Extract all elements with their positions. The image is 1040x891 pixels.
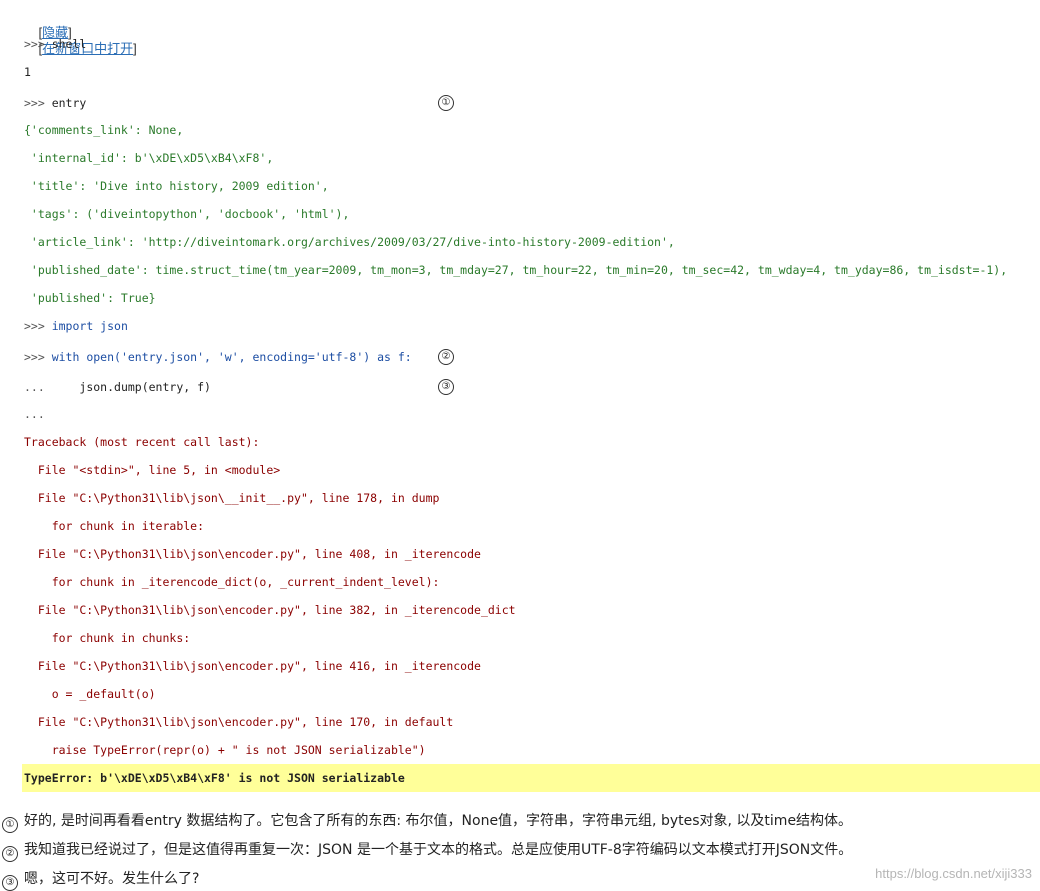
traceback-line: File "C:\Python31\lib\json\__init__.py",… bbox=[24, 490, 439, 506]
note-3: ③嗯，这可不好。发生什么了? bbox=[2, 868, 199, 889]
code-text: entry bbox=[52, 96, 87, 110]
code-line: ... json.dump(entry, f) bbox=[24, 379, 211, 395]
code-text: with open('entry.json', 'w', encoding='u… bbox=[52, 350, 412, 364]
traceback-line: File "C:\Python31\lib\json\encoder.py", … bbox=[24, 546, 481, 562]
prompt: >>> bbox=[24, 319, 52, 333]
code-line: {'comments_link': None, bbox=[24, 122, 183, 138]
code-text: 'published': True} bbox=[24, 291, 156, 305]
callout-marker-2: ② bbox=[438, 349, 454, 365]
code-line: 'article_link': 'http://diveintomark.org… bbox=[24, 234, 675, 250]
code-line: >>> entry bbox=[24, 95, 86, 111]
note-marker-2: ② bbox=[2, 846, 18, 862]
note-text: 我知道我已经说过了，但是这值得再重复一次：JSON 是一个基于文本的格式。总是应… bbox=[24, 842, 852, 858]
prompt: >>> bbox=[24, 37, 52, 51]
code-line: 'title': 'Dive into history, 2009 editio… bbox=[24, 178, 329, 194]
code-line: 'tags': ('diveintopython', 'docbook', 'h… bbox=[24, 206, 349, 222]
prompt: ... bbox=[24, 380, 52, 394]
code-text: 'title': 'Dive into history, 2009 editio… bbox=[24, 179, 329, 193]
code-text: import json bbox=[52, 319, 128, 333]
error-message: TypeError: b'\xDE\xD5\xB4\xF8' is not JS… bbox=[24, 770, 405, 786]
traceback-line: File "<stdin>", line 5, in <module> bbox=[24, 462, 280, 478]
bracket-close: ] bbox=[133, 41, 137, 56]
traceback-line: for chunk in chunks: bbox=[24, 630, 190, 646]
note-text: 好的, 是时间再看看entry 数据结构了。它包含了所有的东西: 布尔值，Non… bbox=[24, 813, 852, 829]
code-line: 'internal_id': b'\xDE\xD5\xB4\xF8', bbox=[24, 150, 273, 166]
note-1: ① 好的, 是时间再看看entry 数据结构了。它包含了所有的东西: 布尔值，No… bbox=[2, 810, 852, 831]
traceback-line: File "C:\Python31\lib\json\encoder.py", … bbox=[24, 714, 453, 730]
prompt: >>> bbox=[24, 96, 52, 110]
code-text: json.dump(entry, f) bbox=[52, 380, 211, 394]
traceback-line: File "C:\Python31\lib\json\encoder.py", … bbox=[24, 602, 516, 618]
code-line: 'published': True} bbox=[24, 290, 156, 306]
traceback-line: for chunk in _iterencode_dict(o, _curren… bbox=[24, 574, 439, 590]
code-text: shell bbox=[52, 37, 87, 51]
code-line: ... bbox=[24, 406, 45, 422]
traceback-line: Traceback (most recent call last): bbox=[24, 434, 259, 450]
traceback-line: o = _default(o) bbox=[24, 686, 156, 702]
code-text: 'internal_id': b'\xDE\xD5\xB4\xF8', bbox=[24, 151, 273, 165]
code-line: 1 bbox=[24, 64, 31, 80]
callout-marker-1: ① bbox=[438, 95, 454, 111]
note-text: 嗯，这可不好。发生什么了? bbox=[24, 871, 199, 887]
code-line: 'published_date': time.struct_time(tm_ye… bbox=[24, 262, 1007, 278]
traceback-line: for chunk in iterable: bbox=[24, 518, 204, 534]
note-marker-1: ① bbox=[2, 817, 18, 833]
note-2: ② 我知道我已经说过了，但是这值得再重复一次：JSON 是一个基于文本的格式。总是… bbox=[2, 839, 852, 860]
code-text: 'published_date': time.struct_time(tm_ye… bbox=[24, 263, 1007, 277]
watermark: https://blog.csdn.net/xiji333 bbox=[875, 866, 1032, 881]
prompt: >>> bbox=[24, 350, 52, 364]
traceback-line: raise TypeError(repr(o) + " is not JSON … bbox=[24, 742, 426, 758]
prompt: ... bbox=[24, 407, 45, 421]
code-line: >>> shell bbox=[24, 36, 86, 52]
code-text: 'article_link': 'http://diveintomark.org… bbox=[24, 235, 675, 249]
code-toolbar: [隐藏] [在新窗口中打开] bbox=[24, 9, 137, 25]
code-text: {'comments_link': None, bbox=[24, 123, 183, 137]
code-line: >>> with open('entry.json', 'w', encodin… bbox=[24, 349, 412, 365]
code-text: 1 bbox=[24, 65, 31, 79]
callout-marker-3: ③ bbox=[438, 379, 454, 395]
code-text: 'tags': ('diveintopython', 'docbook', 'h… bbox=[24, 207, 349, 221]
code-line: >>> import json bbox=[24, 318, 128, 334]
traceback-line: File "C:\Python31\lib\json\encoder.py", … bbox=[24, 658, 481, 674]
